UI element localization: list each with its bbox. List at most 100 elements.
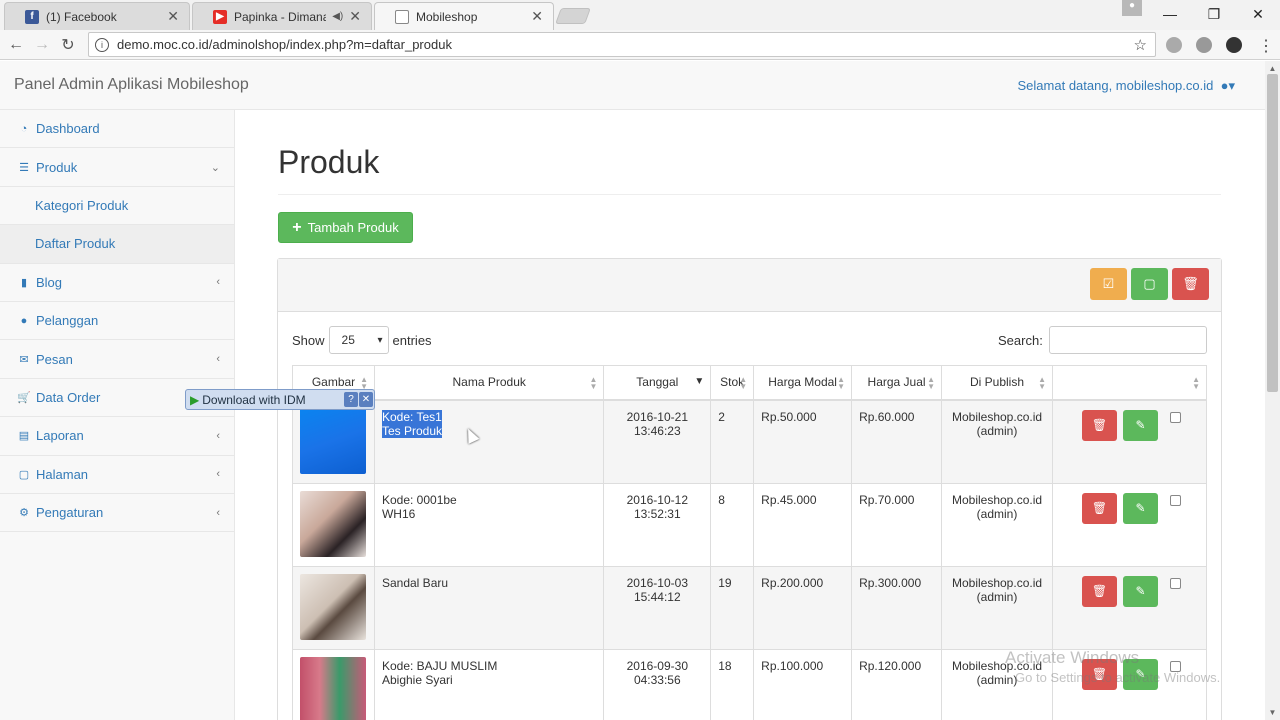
edit-button[interactable]: ✎ [1123, 492, 1158, 524]
cell-tanggal: 2016-09-30 04:33:56 [603, 648, 712, 720]
sidebar-item-pelanggan[interactable]: ● Pelanggan [0, 302, 234, 341]
check-all-button[interactable]: ☑ [1090, 268, 1127, 300]
cell-stok: 2 [710, 399, 755, 484]
extension-icon[interactable] [1166, 37, 1182, 53]
minimize-button[interactable]: — [1148, 0, 1192, 28]
cell-gambar [292, 482, 375, 567]
col-harga-jual[interactable]: Harga Jual ▲ ▼ [851, 365, 943, 401]
app-brand[interactable]: Panel Admin Aplikasi Mobileshop [14, 76, 249, 94]
cell-actions: 🗑 ✎ [1052, 565, 1207, 650]
panel-heading: ☑ ▢ 🗑 [278, 259, 1221, 312]
page-scrollbar[interactable]: ▲ ▼ [1265, 61, 1280, 720]
close-icon[interactable]: ✕ [531, 8, 543, 25]
cell-publish: Mobileshop.co.id (admin) [941, 565, 1053, 650]
chevron-left-icon: ‹ [216, 506, 220, 519]
col-nama-produk[interactable]: Nama Produk ▲ ▼ [373, 365, 605, 401]
square-icon: ▢ [1143, 276, 1156, 291]
reload-icon[interactable]: ↻ [58, 35, 78, 55]
user-icon: ●▾ [1217, 78, 1235, 93]
check-square-icon: ☑ [1102, 276, 1115, 291]
cell-nama: Kode: BAJU MUSLIM Abighie Syari [373, 648, 605, 720]
tab-papinka[interactable]: ▶ Papinka - Dimana Hat ◀) ✕ [192, 2, 372, 30]
extension-icon[interactable] [1226, 37, 1242, 53]
sort-desc-icon: ▼ [694, 376, 705, 387]
tab-facebook[interactable]: f (1) Facebook ✕ [4, 2, 190, 30]
sidebar-item-dashboard[interactable]: ◔ Dashboard [0, 110, 234, 149]
chevron-left-icon: ‹ [216, 276, 220, 289]
entries-select[interactable]: 25 [328, 326, 389, 354]
product-image[interactable] [300, 407, 367, 474]
cell-nama: Kode: Tes1 Tes Produk [373, 399, 605, 484]
close-icon[interactable]: ✕ [359, 392, 373, 407]
info-icon[interactable]: i [95, 37, 109, 52]
uncheck-all-button[interactable]: ▢ [1131, 268, 1168, 300]
sort-icon: ▲ ▼ [360, 375, 368, 391]
sidebar-item-kategori-produk[interactable]: Kategori Produk [0, 187, 234, 226]
top-navbar: Panel Admin Aplikasi Mobileshop Selamat … [0, 61, 1265, 110]
delete-button[interactable]: 🗑 [1082, 575, 1117, 607]
page-icon: ▢ [18, 468, 30, 481]
bookmark-star-icon[interactable]: ☆ [1134, 36, 1147, 54]
sidebar-item-halaman[interactable]: ▢ Halaman ‹ [0, 456, 234, 494]
new-tab-button[interactable] [555, 8, 591, 24]
col-harga-modal[interactable]: Harga Modal ▲ ▼ [753, 365, 853, 401]
product-image[interactable] [300, 656, 367, 720]
table-row: Kode: 0001be WH16 2016-10-12 13:52:31 8 Rp… [292, 482, 1207, 567]
row-checkbox[interactable] [1170, 494, 1181, 506]
help-icon[interactable]: ? [344, 392, 358, 407]
idm-download-button[interactable]: ▶ Download with IDM ? ✕ [185, 389, 375, 410]
window-close-button[interactable]: ✕ [1236, 0, 1280, 28]
cell-actions: 🗑 ✎ [1052, 482, 1207, 567]
youtube-icon: ▶ [213, 9, 227, 24]
browser-menu-icon[interactable]: ⋮ [1258, 36, 1274, 56]
chevron-left-icon: ‹ [216, 468, 220, 481]
address-bar[interactable]: i demo.moc.co.id/adminolshop/index.php?m… [88, 32, 1156, 57]
profile-icon[interactable]: ● [1122, 0, 1142, 16]
row-checkbox[interactable] [1170, 577, 1181, 589]
tab-mobileshop[interactable]: Mobileshop ✕ [374, 2, 554, 30]
speaker-icon[interactable]: ◀) [332, 11, 343, 22]
sidebar-item-laporan[interactable]: ▤ Laporan ‹ [0, 417, 234, 456]
col-di-publish[interactable]: Di Publish ▲ ▼ [941, 365, 1053, 401]
close-icon[interactable]: ✕ [167, 8, 179, 25]
delete-button[interactable]: 🗑 [1082, 492, 1117, 524]
product-image[interactable] [300, 490, 367, 557]
trash-icon: 🗑 [1091, 501, 1108, 515]
cell-modal: Rp.50.000 [753, 399, 853, 484]
sidebar-item-blog[interactable]: ▮ Blog ‹ [0, 264, 234, 302]
forward-icon[interactable]: → [32, 35, 52, 55]
row-checkbox[interactable] [1170, 411, 1181, 423]
cell-nama: Sandal Baru [373, 565, 605, 650]
cell-stok: 8 [710, 482, 755, 567]
product-image[interactable] [300, 573, 367, 640]
delete-selected-button[interactable]: 🗑 [1172, 268, 1209, 300]
back-icon[interactable]: ← [6, 35, 26, 55]
user-menu[interactable]: Selamat datang, mobileshop.co.id ●▾ [1018, 78, 1235, 94]
cell-jual: Rp.70.000 [851, 482, 943, 567]
edit-button[interactable]: ✎ [1123, 575, 1158, 607]
col-aksi[interactable]: ▲ ▼ [1052, 365, 1207, 401]
edit-icon: ✎ [1135, 501, 1146, 515]
col-stok[interactable]: Stok ▲ ▼ [710, 365, 755, 401]
delete-button[interactable]: 🗑 [1082, 409, 1117, 441]
edit-button[interactable]: ✎ [1123, 409, 1158, 441]
search-input[interactable] [1048, 326, 1207, 354]
close-icon[interactable]: ✕ [349, 8, 361, 25]
cell-nama: Kode: 0001be WH16 [373, 482, 605, 567]
extension-icon[interactable] [1196, 37, 1212, 53]
add-product-button[interactable]: + Tambah Produk [278, 212, 413, 243]
dashboard-icon: ◔ [20, 122, 28, 135]
col-tanggal[interactable]: Tanggal ▼ [603, 365, 712, 401]
sidebar-item-daftar-produk[interactable]: Daftar Produk [0, 225, 234, 264]
sidebar-item-pengaturan[interactable]: ⚙ Pengaturan ‹ [0, 494, 234, 533]
restore-button[interactable]: ❐ [1192, 0, 1236, 28]
scroll-down-icon[interactable]: ▼ [1265, 705, 1280, 720]
facebook-icon: f [25, 9, 39, 24]
table-row: Kode: Tes1 Tes Produk 2016-10-21 13:46:23 … [292, 399, 1207, 484]
sidebar-item-pesan[interactable]: ✉ Pesan ‹ [0, 340, 234, 379]
book-icon: ▮ [20, 276, 28, 289]
scrollbar-thumb[interactable] [1267, 74, 1278, 392]
cell-stok: 19 [710, 565, 755, 650]
sidebar-item-produk[interactable]: ☰ Produk ⌄ [0, 148, 234, 187]
trash-icon: 🗑 [1182, 276, 1199, 291]
